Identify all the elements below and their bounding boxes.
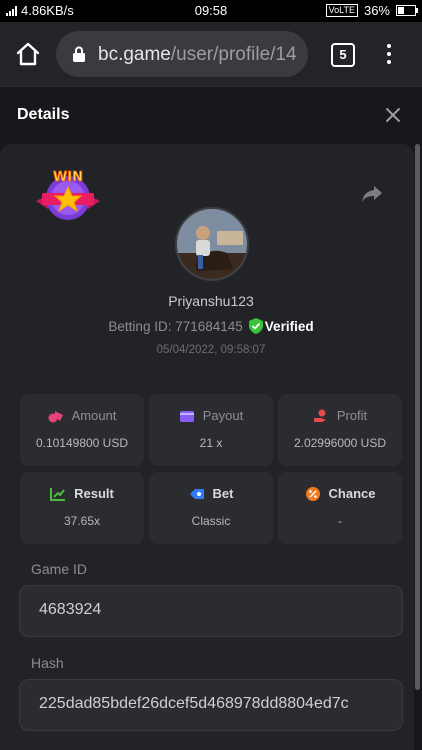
win-badge-icon: WIN (36, 170, 100, 220)
stat-result: Result 37.65x (20, 472, 144, 544)
close-icon[interactable] (384, 106, 402, 124)
hash-value: 225dad85bdef26dcef5d468978dd8804ed7c (39, 695, 349, 712)
chance-icon (305, 486, 320, 501)
volte-indicator: VoLTE (325, 4, 358, 17)
username: Priyanshu123 (168, 293, 254, 309)
address-bar[interactable]: bc.game/user/profile/14 (56, 31, 308, 77)
stat-label: Bet (212, 486, 234, 501)
stat-value: 2.02996000 USD (293, 436, 387, 450)
home-icon[interactable] (14, 40, 42, 68)
coins-icon (48, 410, 63, 422)
stat-value: 0.10149800 USD (35, 436, 129, 450)
stat-label: Profit (336, 408, 368, 423)
stat-label: Result (74, 486, 114, 501)
betting-id-row: Betting ID: 771684145 Verified (0, 318, 422, 334)
browser-toolbar: bc.game/user/profile/14 5 (0, 22, 422, 87)
stat-value: 37.65x (63, 514, 101, 528)
wallet-icon (179, 410, 194, 422)
hash-field[interactable]: 225dad85bdef26dcef5d468978dd8804ed7c (19, 679, 403, 731)
game-id-value: 4683924 (39, 601, 102, 618)
url-path: /user/profile/14 (170, 44, 297, 65)
betting-id-label: Betting ID: (108, 319, 172, 334)
verified-label: Verified (264, 319, 314, 334)
battery-icon (396, 5, 418, 16)
stat-bet: Bet Classic (149, 472, 273, 544)
status-bar: 4.86KB/s 09:58 VoLTE 36% (0, 0, 422, 22)
avatar (175, 207, 249, 281)
hash-label: Hash (31, 655, 64, 671)
stat-payout: Payout 21 x (149, 394, 273, 466)
stat-value: - (338, 514, 342, 528)
stat-label: Chance (328, 486, 376, 501)
stat-label: Payout (202, 408, 244, 423)
url-text: bc.game/user/profile/14 (98, 44, 297, 66)
game-id-label: Game ID (31, 561, 88, 577)
result-icon (50, 487, 66, 501)
bet-timestamp: 05/04/2022, 09:58:07 (156, 344, 266, 356)
scrollbar[interactable] (415, 144, 420, 690)
profit-hand-icon (313, 409, 326, 422)
stat-value: Classic (191, 514, 231, 528)
details-title: Details (17, 106, 70, 123)
share-icon[interactable] (360, 183, 384, 205)
betting-id-value: 771684145 (175, 319, 243, 334)
stat-value: 21 x (199, 436, 223, 450)
battery-percent: 36% (363, 3, 390, 18)
win-badge-text: WIN (53, 170, 83, 185)
game-id-field[interactable]: 4683924 (19, 585, 403, 637)
stat-profit: Profit 2.02996000 USD (278, 394, 402, 466)
overflow-menu-icon[interactable] (385, 44, 393, 64)
stat-chance: Chance - (278, 472, 402, 544)
tab-switcher-button[interactable]: 5 (331, 43, 355, 67)
lock-icon (73, 46, 85, 62)
bet-tag-icon (189, 488, 204, 499)
stat-label: Amount (71, 408, 117, 423)
verified-shield-icon (248, 318, 263, 334)
stat-amount: Amount 0.10149800 USD (20, 394, 144, 466)
url-domain: bc.game (98, 44, 171, 65)
